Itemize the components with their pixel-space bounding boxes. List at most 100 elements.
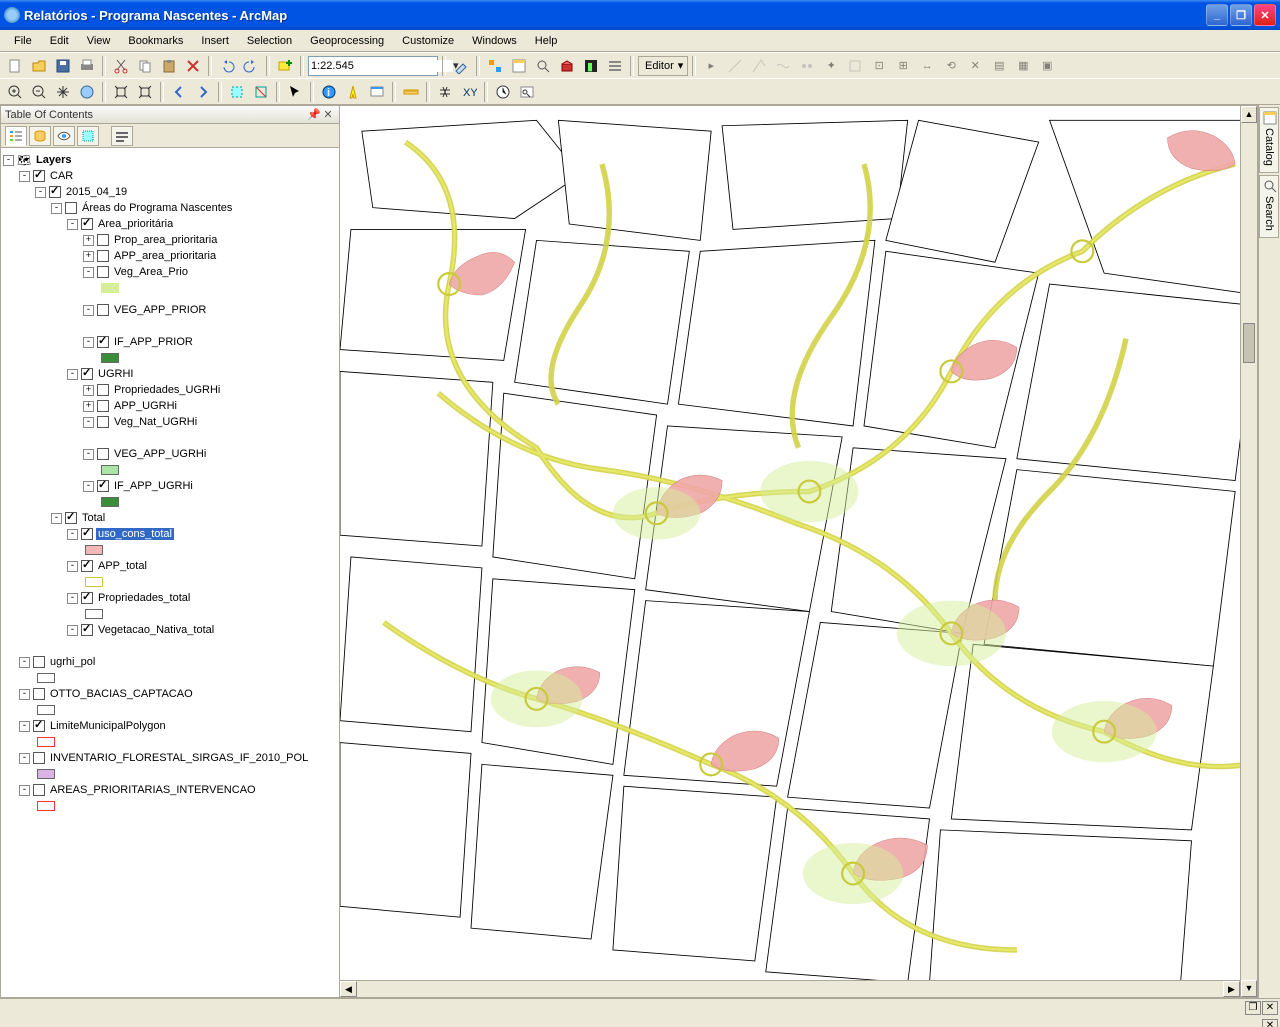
open-button[interactable]	[28, 55, 50, 77]
new-button[interactable]	[4, 55, 26, 77]
edit-tool-7[interactable]: ⊡	[868, 55, 890, 77]
expand-icon[interactable]: -	[19, 753, 30, 764]
layer-app-area-prio[interactable]: APP_area_prioritaria	[112, 250, 218, 262]
editor-toolbar-tool-1[interactable]	[450, 55, 472, 77]
expand-icon[interactable]: +	[83, 401, 94, 412]
cut-button[interactable]	[110, 55, 132, 77]
catalog-window-button[interactable]	[508, 55, 530, 77]
layer-if-app-ugrhi[interactable]: IF_APP_UGRHi	[112, 480, 195, 492]
layer-areas-prog[interactable]: Áreas do Programa Nascentes	[80, 202, 234, 214]
save-button[interactable]	[52, 55, 74, 77]
scroll-up-icon[interactable]: ▲	[1241, 106, 1257, 123]
checkbox[interactable]	[81, 218, 93, 230]
expand-icon[interactable]: -	[19, 657, 30, 668]
close-button[interactable]: ✕	[1254, 4, 1276, 26]
undo-button[interactable]	[216, 55, 238, 77]
edit-tool-6[interactable]	[844, 55, 866, 77]
layer-inventario[interactable]: INVENTARIO_FLORESTAL_SIRGAS_IF_2010_POL	[48, 752, 310, 764]
expand-icon[interactable]: -	[3, 155, 14, 166]
delete-button[interactable]	[182, 55, 204, 77]
expand-icon[interactable]: -	[67, 625, 78, 636]
scale-combo[interactable]: ▾	[308, 56, 438, 76]
checkbox[interactable]	[33, 720, 45, 732]
menu-insert[interactable]: Insert	[193, 33, 237, 49]
map-scrollbar-horizontal[interactable]: ◀ ▶	[340, 980, 1240, 997]
expand-icon[interactable]: -	[35, 187, 46, 198]
checkbox[interactable]	[97, 336, 109, 348]
scroll-right-icon[interactable]: ▶	[1223, 981, 1240, 997]
table-of-contents-button[interactable]	[604, 55, 626, 77]
checkbox[interactable]	[97, 266, 109, 278]
find-route-button[interactable]: XY	[458, 81, 480, 103]
edit-tool-9[interactable]: ↔	[916, 55, 938, 77]
menu-view[interactable]: View	[79, 33, 119, 49]
checkbox[interactable]	[33, 688, 45, 700]
checkbox[interactable]	[97, 384, 109, 396]
expand-icon[interactable]: -	[67, 369, 78, 380]
edit-tool-10[interactable]: ⟲	[940, 55, 962, 77]
toc-tree[interactable]: -🗺 Layers -CAR -2015_04_19 -Áreas do Pro…	[1, 148, 339, 997]
measure-button[interactable]	[400, 81, 422, 103]
menu-customize[interactable]: Customize	[394, 33, 462, 49]
html-popup-button[interactable]	[366, 81, 388, 103]
expand-icon[interactable]: -	[67, 529, 78, 540]
expand-icon[interactable]: -	[19, 689, 30, 700]
identify-button[interactable]: i	[318, 81, 340, 103]
checkbox[interactable]	[65, 202, 77, 214]
editor-dropdown[interactable]: Editor▾	[638, 56, 688, 76]
edit-tool-3[interactable]	[772, 55, 794, 77]
edit-tool-12[interactable]: ▤	[988, 55, 1010, 77]
checkbox[interactable]	[81, 624, 93, 636]
checkbox[interactable]	[97, 304, 109, 316]
layer-veg-app-prior[interactable]: VEG_APP_PRIOR	[112, 304, 208, 316]
dock-close-button-2[interactable]: ✕	[1262, 1019, 1278, 1027]
expand-icon[interactable]: -	[83, 481, 94, 492]
layer-veg-nat-ugrhi[interactable]: Veg_Nat_UGRHi	[112, 416, 199, 428]
select-elements-button[interactable]	[284, 81, 306, 103]
layer-uso-cons-total[interactable]: uso_cons_total	[96, 528, 174, 540]
layer-if-app-prior[interactable]: IF_APP_PRIOR	[112, 336, 195, 348]
print-button[interactable]	[76, 55, 98, 77]
map-scrollbar-vertical[interactable]: ▲ ▼	[1240, 106, 1257, 997]
edit-tool-8[interactable]: ⊞	[892, 55, 914, 77]
maximize-button[interactable]: ❐	[1230, 4, 1252, 26]
scale-input[interactable]	[311, 60, 453, 72]
minimize-button[interactable]: _	[1206, 4, 1228, 26]
layer-total[interactable]: Total	[80, 512, 107, 524]
redo-button[interactable]	[240, 55, 262, 77]
paste-button[interactable]	[158, 55, 180, 77]
scroll-down-icon[interactable]: ▼	[1241, 980, 1257, 997]
expand-icon[interactable]: +	[83, 235, 94, 246]
catalog-tab[interactable]: Catalog	[1259, 107, 1279, 173]
expand-icon[interactable]: -	[67, 561, 78, 572]
dock-restore-button[interactable]: ❐	[1245, 1001, 1261, 1015]
scroll-thumb[interactable]	[1243, 323, 1255, 363]
expand-icon[interactable]: +	[83, 385, 94, 396]
expand-icon[interactable]: -	[83, 337, 94, 348]
layer-veg-nat-total[interactable]: Vegetacao_Nativa_total	[96, 624, 216, 636]
find-button[interactable]	[434, 81, 456, 103]
expand-icon[interactable]: +	[83, 251, 94, 262]
layer-prop-area-prio[interactable]: Prop_area_prioritaria	[112, 234, 219, 246]
layer-car[interactable]: CAR	[48, 170, 75, 182]
checkbox[interactable]	[97, 234, 109, 246]
expand-icon[interactable]: -	[83, 417, 94, 428]
copy-button[interactable]	[134, 55, 156, 77]
fixed-zoom-out-button[interactable]	[134, 81, 156, 103]
checkbox[interactable]	[33, 784, 45, 796]
menu-edit[interactable]: Edit	[42, 33, 77, 49]
arc-toolbox-button[interactable]	[556, 55, 578, 77]
layer-veg-app-ugrhi[interactable]: VEG_APP_UGRHi	[112, 448, 208, 460]
checkbox[interactable]	[49, 186, 61, 198]
pan-button[interactable]	[52, 81, 74, 103]
edit-tool-4[interactable]	[796, 55, 818, 77]
layer-otto[interactable]: OTTO_BACIAS_CAPTACAO	[48, 688, 195, 700]
search-tab[interactable]: Search	[1259, 175, 1279, 238]
edit-tool-13[interactable]: ▦	[1012, 55, 1034, 77]
checkbox[interactable]	[81, 528, 93, 540]
expand-icon[interactable]: -	[67, 593, 78, 604]
layer-prop-total[interactable]: Propriedades_total	[96, 592, 192, 604]
toc-options-button[interactable]	[111, 126, 133, 146]
hyperlink-button[interactable]	[342, 81, 364, 103]
menu-windows[interactable]: Windows	[464, 33, 525, 49]
